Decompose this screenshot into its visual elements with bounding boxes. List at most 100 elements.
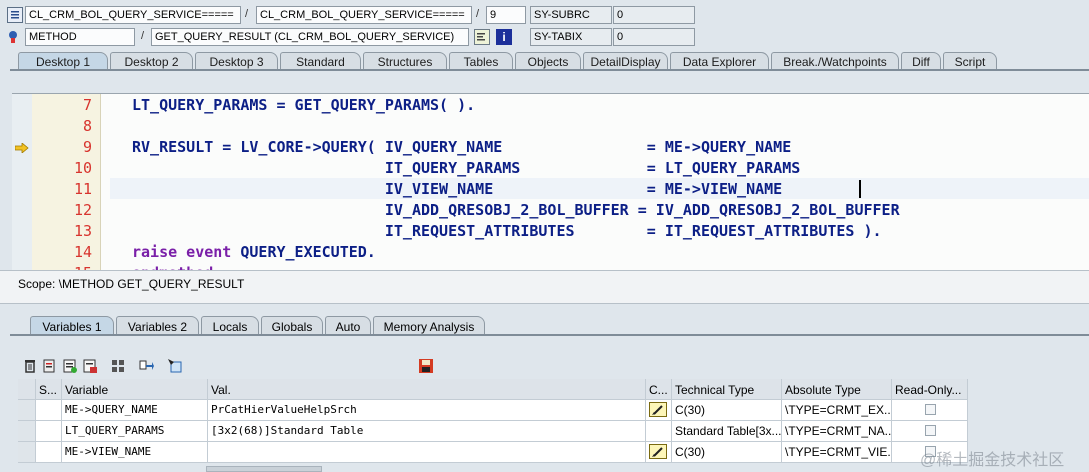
tab-variables-1[interactable]: Variables 1 (30, 316, 114, 334)
row-selector[interactable] (18, 442, 36, 463)
code-text: QUERY_EXECUTED. (231, 243, 376, 261)
select-icon[interactable] (167, 358, 183, 374)
tab-objects[interactable]: Objects (515, 52, 581, 69)
pencil-icon[interactable] (649, 402, 667, 417)
tab-desktop-2[interactable]: Desktop 2 (110, 52, 193, 69)
separator: / (141, 30, 145, 42)
column-header[interactable]: S... (36, 379, 62, 400)
line-number: 12 (73, 201, 92, 219)
table-row[interactable]: ME->QUERY_NAME PrCatHierValueHelpSrch C(… (18, 400, 968, 421)
table-row[interactable]: LT_QUERY_PARAMS [3x2(68)]Standard Table … (18, 421, 968, 442)
breakpoint-gutter[interactable] (12, 94, 32, 271)
event-name-field[interactable]: GET_QUERY_RESULT (CL_CRM_BOL_QUERY_SERVI… (151, 28, 469, 46)
table-header: S... Variable Val. C... Technical Type A… (18, 379, 968, 400)
variable-cell[interactable]: LT_QUERY_PARAMS (62, 421, 208, 442)
change-cell (646, 421, 672, 442)
tab-standard[interactable]: Standard (280, 52, 361, 69)
line-number: 14 (73, 243, 92, 261)
tab-divider (10, 69, 1089, 71)
table-row[interactable]: ME->VIEW_NAME C(30) \TYPE=CRMT_VIE... (18, 442, 968, 463)
absolute-type-cell: \TYPE=CRMT_NA... (782, 421, 892, 442)
code-line: IV_VIEW_NAME = ME->VIEW_NAME (132, 180, 783, 198)
tab-desktop-3[interactable]: Desktop 3 (195, 52, 278, 69)
column-header[interactable]: Read-Only... (892, 379, 968, 400)
tab-tables[interactable]: Tables (449, 52, 513, 69)
code-line: IT_REQUEST_ATTRIBUTES = IT_REQUEST_ATTRI… (132, 222, 882, 240)
change-cell[interactable] (646, 400, 672, 421)
import-icon[interactable] (82, 358, 98, 374)
column-header[interactable]: Variable (62, 379, 208, 400)
line-number: 10 (73, 159, 92, 177)
tab-locals[interactable]: Locals (201, 316, 259, 334)
tab-data-explorer[interactable]: Data Explorer (670, 52, 769, 69)
delete-all-icon[interactable] (41, 358, 57, 374)
line-number: 9 (82, 138, 92, 156)
desktop-tabs: Desktop 1 Desktop 2 Desktop 3 Standard S… (18, 52, 999, 70)
tab-breakpoints[interactable]: Break./Watchpoints (771, 52, 899, 69)
separator: / (476, 8, 480, 20)
read-only-cell (892, 400, 968, 421)
value-cell[interactable]: [3x2(68)]Standard Table (208, 421, 646, 442)
tab-script[interactable]: Script (943, 52, 997, 69)
insert-icon[interactable] (62, 358, 78, 374)
scope-bar: Scope: \METHOD GET_QUERY_RESULT (0, 270, 1089, 304)
save-icon[interactable] (418, 358, 434, 374)
tree-icon[interactable] (110, 358, 126, 374)
pencil-icon[interactable] (649, 444, 667, 459)
read-only-checkbox[interactable] (925, 404, 936, 415)
tab-memory-analysis[interactable]: Memory Analysis (373, 316, 485, 334)
horizontal-scrollbar[interactable] (206, 466, 322, 472)
delete-icon[interactable] (22, 358, 38, 374)
variable-tabs: Variables 1 Variables 2 Locals Globals A… (30, 316, 487, 334)
info-icon[interactable]: i (496, 29, 512, 45)
event-type-field[interactable]: METHOD (25, 28, 135, 46)
status-cell (36, 421, 62, 442)
technical-type-cell: C(30) (672, 400, 782, 421)
tab-diff[interactable]: Diff (901, 52, 941, 69)
tab-desktop-1[interactable]: Desktop 1 (18, 52, 108, 69)
display-code-icon[interactable] (474, 29, 490, 45)
code-editor[interactable]: 7 8 9 10 11 12 13 14 15 LT_QUERY_PARAMS … (12, 93, 1089, 271)
value-cell[interactable]: PrCatHierValueHelpSrch (208, 400, 646, 421)
code-line: IV_ADD_QRESOBJ_2_BOL_BUFFER = IV_ADD_QRE… (132, 201, 900, 219)
sy-tabix-label: SY-TABIX (530, 28, 612, 46)
code-line: IT_QUERY_PARAMS = LT_QUERY_PARAMS (132, 159, 801, 177)
column-header[interactable] (18, 379, 36, 400)
code-line: RV_RESULT = LV_CORE->QUERY( IV_QUERY_NAM… (132, 138, 792, 156)
code-line: LT_QUERY_PARAMS = GET_QUERY_PARAMS( ). (132, 96, 476, 114)
separator: / (245, 8, 249, 20)
tab-divider (10, 334, 1089, 336)
read-only-checkbox[interactable] (925, 425, 936, 436)
column-header[interactable]: Technical Type (672, 379, 782, 400)
value-cell[interactable] (208, 442, 646, 463)
current-line-arrow-icon (14, 142, 29, 156)
row-selector[interactable] (18, 400, 36, 421)
scope-label: Scope: \METHOD GET_QUERY_RESULT (18, 277, 245, 291)
keyword: raise event (132, 243, 232, 261)
column-header[interactable]: C... (646, 379, 672, 400)
sy-tabix-value: 0 (613, 28, 695, 46)
read-only-cell (892, 421, 968, 442)
tab-globals[interactable]: Globals (261, 316, 323, 334)
row-selector[interactable] (18, 421, 36, 442)
tab-structures[interactable]: Structures (363, 52, 447, 69)
code-line: raise event QUERY_EXECUTED. (132, 243, 376, 261)
sy-subrc-value: 0 (613, 6, 695, 24)
column-header[interactable]: Absolute Type (782, 379, 892, 400)
tab-auto[interactable]: Auto (325, 316, 371, 334)
line-field[interactable]: 9 (486, 6, 526, 24)
text-cursor (859, 180, 861, 198)
variable-cell[interactable]: ME->VIEW_NAME (62, 442, 208, 463)
column-header[interactable]: Val. (208, 379, 646, 400)
change-cell[interactable] (646, 442, 672, 463)
sy-subrc-label: SY-SUBRC (530, 6, 612, 24)
program-field[interactable]: CL_CRM_BOL_QUERY_SERVICE===== (25, 6, 241, 24)
technical-type-cell: C(30) (672, 442, 782, 463)
tab-detail-display[interactable]: DetailDisplay (583, 52, 668, 69)
include-field[interactable]: CL_CRM_BOL_QUERY_SERVICE===== (256, 6, 472, 24)
variable-cell[interactable]: ME->QUERY_NAME (62, 400, 208, 421)
technical-type-cell: Standard Table[3x... (672, 421, 782, 442)
method-icon (7, 29, 23, 45)
transfer-icon[interactable] (138, 358, 154, 374)
tab-variables-2[interactable]: Variables 2 (116, 316, 199, 334)
